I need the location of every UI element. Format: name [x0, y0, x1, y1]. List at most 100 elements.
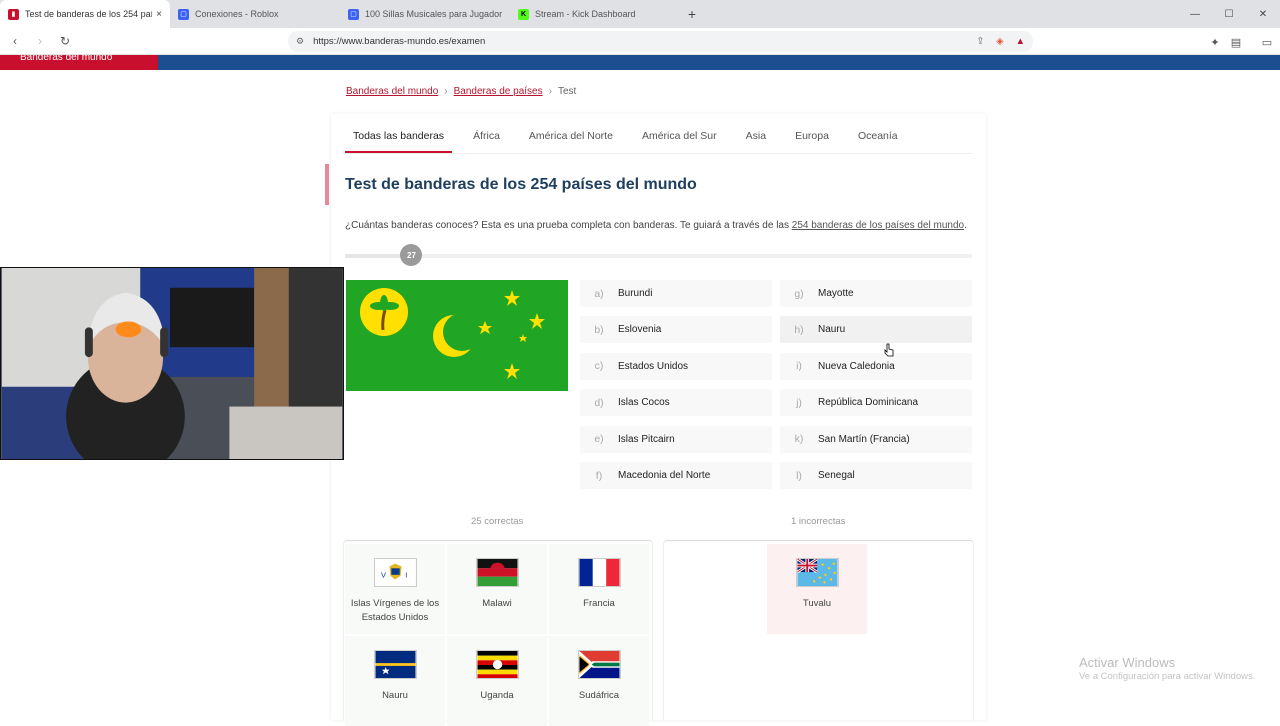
progress-track	[345, 254, 972, 258]
progress-counter: 27	[400, 244, 423, 266]
tab-africa[interactable]: África	[465, 124, 508, 153]
intro-body: ¿Cuántas banderas conoces? Esta es una p…	[345, 220, 792, 231]
option-label: Islas Cocos	[618, 397, 670, 409]
answer-option[interactable]: k) San Martín (Francia)	[780, 425, 972, 453]
intro-end: .	[964, 220, 967, 231]
site-settings-icon[interactable]: ⚙	[296, 36, 304, 47]
tab-oceania[interactable]: Oceanía	[850, 124, 906, 153]
svg-text:V: V	[381, 571, 386, 580]
roblox-favicon-icon: ▢	[348, 8, 359, 20]
option-label: Islas Pitcairn	[618, 433, 675, 445]
tab-asia[interactable]: Asia	[738, 124, 774, 153]
browser-tab-roblox[interactable]: ▢ Conexiones - Roblox	[170, 0, 340, 28]
breadcrumb-flags-link[interactable]: Banderas de países	[454, 86, 543, 97]
flag-card-sudafrica[interactable]: Sudáfrica	[549, 636, 649, 726]
tab-label: Stream - Kick Dashboard	[535, 9, 636, 19]
forward-icon[interactable]: ›	[30, 31, 50, 51]
reload-icon[interactable]: ↻	[55, 31, 75, 51]
flag-card-us-virgin-islands[interactable]: V I Islas Vírgenes de los Estados Unidos	[345, 544, 445, 634]
option-label: Nauru	[818, 324, 846, 336]
option-letter: j)	[796, 396, 802, 409]
correct-count: 25 correctas	[471, 516, 524, 527]
tab-europa[interactable]: Europa	[787, 124, 837, 153]
flag-caption: Nauru	[382, 690, 408, 701]
option-label: Nueva Caledonia	[818, 360, 895, 372]
answer-option[interactable]: i) Nueva Caledonia	[780, 352, 972, 380]
close-tab-icon[interactable]: ×	[156, 9, 162, 20]
flag-card-nauru[interactable]: Nauru	[345, 636, 445, 726]
answer-option[interactable]: h) Nauru	[780, 316, 972, 344]
us-virgin-islands-flag: V I	[374, 558, 417, 587]
sidebar-icon[interactable]: ▤	[1227, 33, 1245, 51]
nauru-flag	[374, 650, 417, 679]
close-window-icon[interactable]: ✕	[1246, 0, 1280, 28]
browser-tab-strip: ▮ Test de banderas de los 254 país × ▢ C…	[0, 0, 1280, 28]
wallet-icon[interactable]: ▭	[1258, 33, 1276, 51]
kick-favicon-icon: K	[518, 8, 529, 20]
extensions-icon[interactable]: ✦	[1206, 33, 1224, 51]
browser-tab-sillas[interactable]: ▢ 100 Sillas Musicales para Jugadores	[340, 0, 510, 28]
quiz-flag-image	[346, 280, 568, 391]
url-field[interactable]: ⚙ https://www.banderas-mundo.es/examen ⇪…	[288, 31, 1033, 52]
uganda-flag	[476, 650, 519, 679]
answer-option[interactable]: e) Islas Pitcairn	[580, 425, 772, 453]
window-controls: — ☐ ✕	[1178, 0, 1280, 28]
option-label: Estados Unidos	[618, 360, 689, 372]
answer-option[interactable]: c) Estados Unidos	[580, 352, 772, 380]
option-label: Senegal	[818, 470, 855, 481]
quiz-card: Todas las banderas África América del No…	[325, 114, 986, 726]
answer-option[interactable]: j) República Dominicana	[780, 389, 972, 417]
browser-tab-kick[interactable]: K Stream - Kick Dashboard	[510, 0, 680, 28]
answer-option[interactable]: l) Senegal	[780, 462, 972, 489]
back-icon[interactable]: ‹	[5, 31, 25, 51]
option-letter: e)	[594, 433, 604, 446]
title-accent	[325, 164, 329, 205]
option-label: San Martín (Francia)	[818, 433, 910, 445]
option-letter: g)	[794, 287, 804, 300]
minimize-icon[interactable]: —	[1178, 0, 1212, 28]
flag-card-uganda[interactable]: Uganda	[447, 636, 547, 726]
breadcrumb-separator: ›	[548, 86, 552, 97]
answer-option[interactable]: f) Macedonia del Norte	[580, 462, 772, 489]
breadcrumb-home-link[interactable]: Banderas del mundo	[346, 86, 438, 97]
share-icon[interactable]: ⇪	[976, 36, 984, 47]
flag-caption: Uganda	[480, 690, 514, 701]
intro-text: ¿Cuántas banderas conoces? Esta es una p…	[345, 220, 967, 231]
flag-caption: Francia	[583, 598, 615, 609]
option-letter: d)	[594, 396, 604, 409]
incorrect-count: 1 incorrectas	[791, 516, 846, 527]
tab-label: Test de banderas de los 254 país	[25, 9, 153, 19]
site-logo[interactable]: Banderas del mundo	[0, 55, 158, 70]
flag-card-tuvalu[interactable]: Tuvalu	[767, 544, 867, 634]
tab-todas[interactable]: Todas las banderas	[345, 124, 453, 153]
new-tab-button[interactable]: +	[680, 0, 704, 28]
flag-card-francia[interactable]: Francia	[549, 544, 649, 634]
france-flag	[578, 558, 621, 587]
option-letter: k)	[794, 433, 804, 446]
address-bar: ‹ › ↻ ⚙ https://www.banderas-mundo.es/ex…	[0, 28, 1280, 55]
answer-option[interactable]: a) Burundi	[580, 280, 772, 307]
option-letter: a)	[594, 287, 604, 300]
option-letter: l)	[796, 469, 802, 482]
region-tabs: Todas las banderas África América del No…	[345, 124, 972, 154]
option-label: República Dominicana	[818, 397, 919, 409]
tab-america-sur[interactable]: América del Sur	[634, 124, 725, 153]
intro-link[interactable]: 254 banderas de los países del mundo	[792, 220, 964, 231]
flag-card-malawi[interactable]: Malawi	[447, 544, 547, 634]
tab-america-norte[interactable]: América del Norte	[521, 124, 621, 153]
answer-option[interactable]: g) Mayotte	[780, 280, 972, 307]
browser-tab-active[interactable]: ▮ Test de banderas de los 254 país ×	[0, 0, 170, 28]
svg-text:I: I	[405, 571, 407, 580]
option-letter: i)	[796, 360, 802, 373]
brave-shield-icon[interactable]: ◈	[996, 36, 1003, 47]
brave-rewards-icon[interactable]: ▲	[1016, 36, 1025, 47]
banderas-favicon-icon: ▮	[8, 8, 19, 20]
option-letter: f)	[595, 469, 603, 482]
south-africa-flag	[578, 650, 621, 679]
maximize-icon[interactable]: ☐	[1212, 0, 1246, 28]
page-title: Test de banderas de los 254 países del m…	[345, 176, 697, 193]
answer-option[interactable]: b) Eslovenia	[580, 316, 772, 344]
option-letter: b)	[594, 323, 604, 336]
answer-option[interactable]: d) Islas Cocos	[580, 389, 772, 417]
breadcrumb-current: Test	[557, 86, 577, 97]
